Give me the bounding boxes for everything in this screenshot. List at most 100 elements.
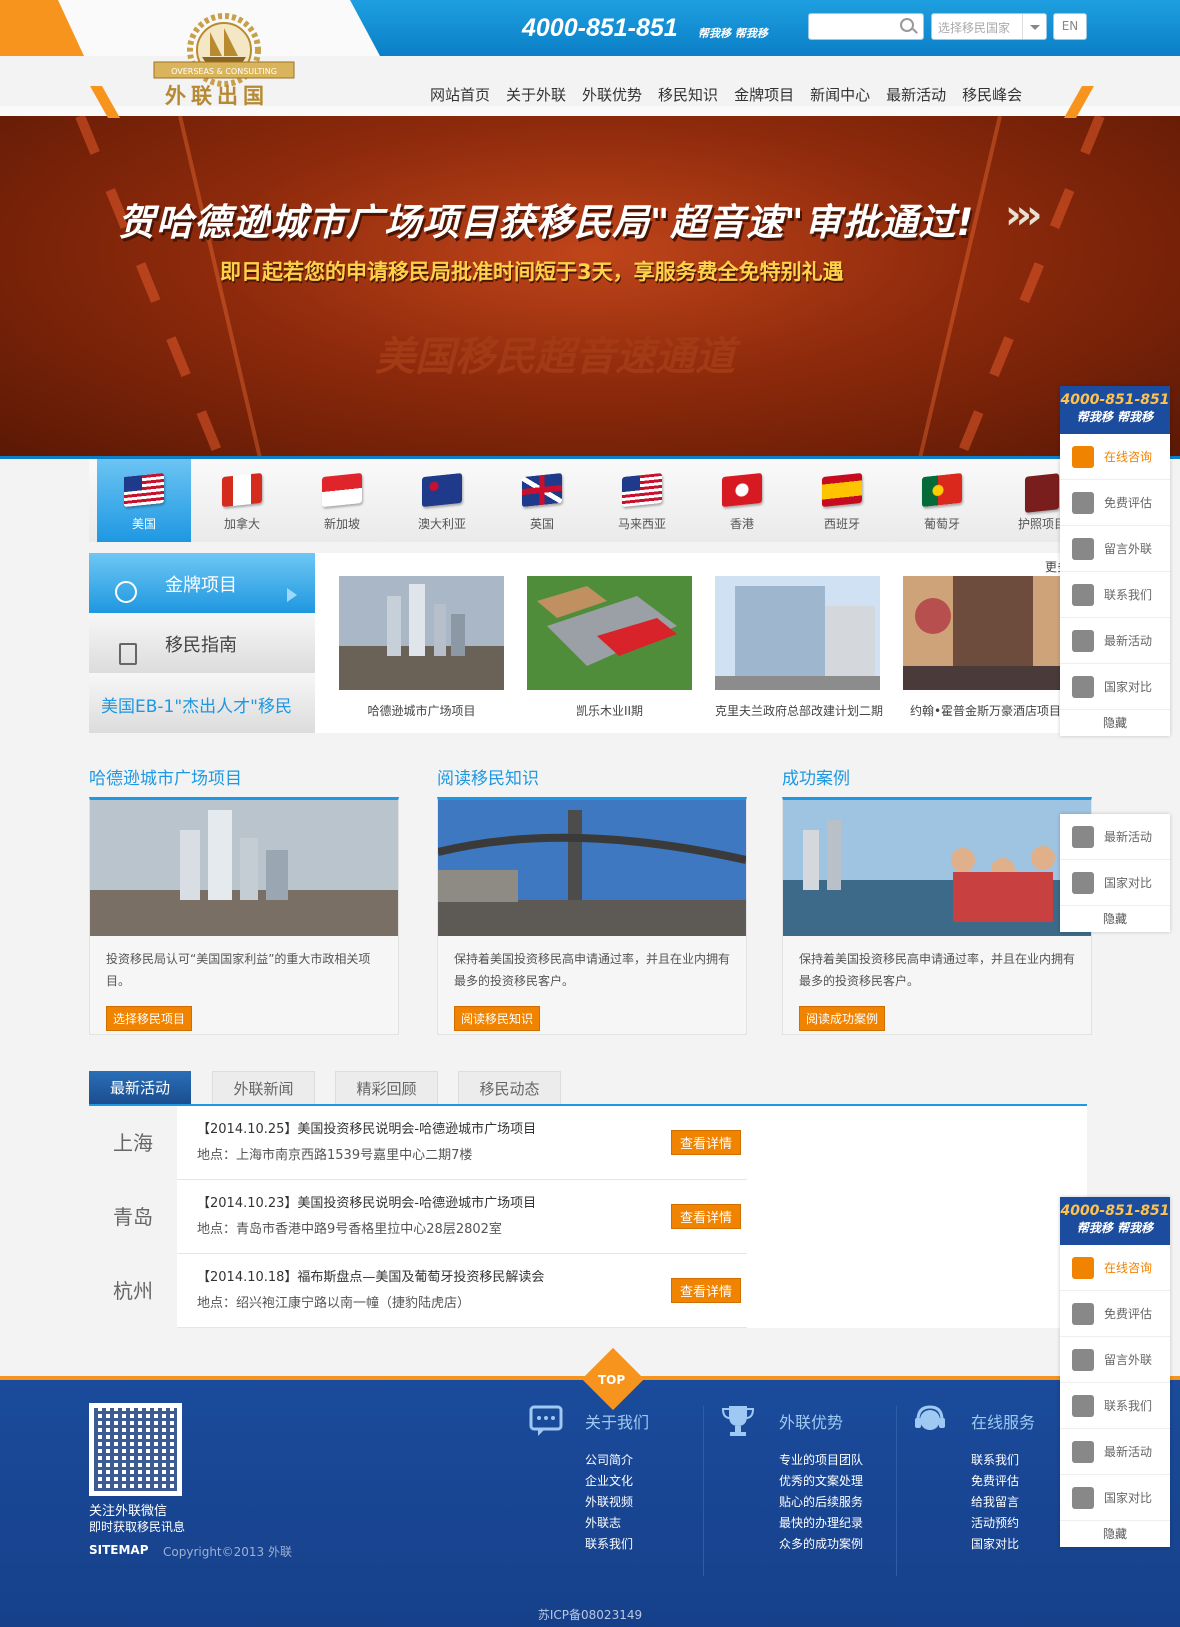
widget-latest-activities[interactable]: 最新活动: [1060, 618, 1170, 664]
view-details-button[interactable]: 查看详情: [671, 1204, 742, 1229]
nav-news[interactable]: 新闻中心: [810, 84, 870, 105]
widget-online-consult[interactable]: 在线咨询: [1060, 1245, 1170, 1291]
flag-tab-malaysia[interactable]: 马来西亚: [595, 459, 689, 542]
footer-link[interactable]: 联系我们: [971, 1451, 1019, 1468]
footer-link[interactable]: 联系我们: [585, 1535, 633, 1552]
flag-label: 澳大利亚: [417, 517, 466, 531]
back-to-top-label[interactable]: TOP: [598, 1373, 625, 1387]
document-icon: [119, 643, 137, 665]
widget-item-label: 免费评估: [1104, 1307, 1153, 1321]
widget-latest-activities[interactable]: 最新活动: [1060, 1429, 1170, 1475]
widget-leave-message[interactable]: 留言外联: [1060, 1337, 1170, 1383]
sitemap-link[interactable]: SITEMAP: [89, 1543, 149, 1557]
flag-tab-australia[interactable]: 澳大利亚: [395, 459, 489, 542]
widget-contact-us[interactable]: 联系我们: [1060, 572, 1170, 618]
city-skyline-image: [90, 800, 398, 936]
flag-tab-usa[interactable]: 美国: [97, 459, 191, 542]
tab-immigration-news[interactable]: 移民动态: [458, 1071, 561, 1105]
nav-advantages[interactable]: 外联优势: [582, 84, 642, 105]
tab-gold-label: 金牌项目: [165, 575, 237, 596]
read-knowledge-button[interactable]: 阅读移民知识: [454, 1006, 541, 1031]
widget-country-compare[interactable]: 国家对比: [1060, 860, 1170, 906]
card-description: 保持着美国投资移民高申请通过率，并且在业内拥有最多的投资移民客户。: [799, 952, 1076, 988]
hero-banner[interactable]: [0, 116, 1180, 458]
arrow-right-icon: [287, 588, 304, 602]
inbox-icon: [1072, 1348, 1094, 1371]
activity-title[interactable]: 【2014.10.23】美国投资移民说明会-哈德逊城市广场项目: [197, 1192, 536, 1211]
footer-link[interactable]: 活动预约: [971, 1514, 1019, 1531]
footer-link[interactable]: 给我留言: [971, 1493, 1019, 1510]
activity-city: 上海: [89, 1106, 177, 1180]
widget-latest-activities[interactable]: 最新活动: [1060, 814, 1170, 860]
footer-link[interactable]: 外联视频: [585, 1493, 633, 1510]
activity-title[interactable]: 【2014.10.25】美国投资移民说明会-哈德逊城市广场项目: [197, 1118, 536, 1137]
column-title[interactable]: 哈德逊城市广场项目: [89, 764, 242, 789]
widget-free-assessment[interactable]: 免费评估: [1060, 480, 1170, 526]
widget-country-compare[interactable]: 国家对比: [1060, 664, 1170, 710]
project-card[interactable]: 克里夫兰政府总部改建计划二期: [715, 576, 883, 719]
view-details-button[interactable]: 查看详情: [671, 1278, 742, 1303]
tab-immigration-guide[interactable]: 移民指南: [89, 613, 315, 673]
widget-hide-button[interactable]: 隐藏: [1060, 906, 1170, 932]
nav-about[interactable]: 关于外联: [506, 84, 566, 105]
read-cases-button[interactable]: 阅读成功案例: [799, 1006, 886, 1031]
footer-link[interactable]: 优秀的文案处理: [779, 1472, 863, 1489]
nav-knowledge[interactable]: 移民知识: [658, 84, 718, 105]
nav-summit[interactable]: 移民峰会: [962, 84, 1022, 105]
widget-item-label: 留言外联: [1104, 1353, 1153, 1367]
footer-link[interactable]: 企业文化: [585, 1472, 633, 1489]
footer-col-title: 关于我们: [585, 1413, 650, 1432]
activity-title[interactable]: 【2014.10.18】福布斯盘点—美国及葡萄牙投资移民解读会: [197, 1266, 544, 1285]
footer-link[interactable]: 众多的成功案例: [779, 1535, 863, 1552]
select-project-button[interactable]: 选择移民项目: [106, 1006, 193, 1031]
widget-online-consult[interactable]: 在线咨询: [1060, 434, 1170, 480]
project-card[interactable]: 哈德逊城市广场项目: [339, 576, 504, 719]
flag-tab-singapore[interactable]: 新加坡: [295, 459, 389, 542]
footer-link[interactable]: 贴心的后续服务: [779, 1493, 863, 1510]
view-details-button[interactable]: 查看详情: [671, 1130, 742, 1155]
feature-card-projects: 投资移民局认可“美国国家利益”的重大市政相关项目。 选择移民项目: [89, 797, 399, 1035]
project-image: [339, 576, 504, 690]
footer-link[interactable]: 免费评估: [971, 1472, 1019, 1489]
flag-label: 香港: [729, 517, 754, 531]
widget-contact-us[interactable]: 联系我们: [1060, 1383, 1170, 1429]
flag-tab-uk[interactable]: 英国: [495, 459, 589, 542]
project-card[interactable]: 约翰•霍普金斯万豪酒店项目: [903, 576, 1068, 719]
widget-hide-button[interactable]: 隐藏: [1060, 1521, 1170, 1547]
widget-item-label: 国家对比: [1104, 1491, 1153, 1505]
widget-item-label: 在线咨询: [1104, 1261, 1153, 1275]
project-card[interactable]: 凯乐木业II期: [527, 576, 692, 719]
flag-tab-hongkong[interactable]: 香港: [695, 459, 789, 542]
flag-tab-portugal[interactable]: 葡萄牙: [895, 459, 989, 542]
footer-link[interactable]: 公司简介: [585, 1451, 633, 1468]
tab-latest-activities[interactable]: 最新活动: [89, 1071, 191, 1105]
medal-icon: [115, 581, 137, 603]
checkbox-icon: [1072, 491, 1094, 514]
footer-link[interactable]: 专业的项目团队: [779, 1451, 863, 1468]
chevron-down-icon[interactable]: [1022, 14, 1046, 39]
nav-gold-projects[interactable]: 金牌项目: [734, 84, 794, 105]
flag-tab-spain[interactable]: 西班牙: [795, 459, 889, 542]
widget-free-assessment[interactable]: 免费评估: [1060, 1291, 1170, 1337]
footer-link[interactable]: 国家对比: [971, 1535, 1019, 1552]
footer-link[interactable]: 外联志: [585, 1514, 633, 1531]
widget-hide-button[interactable]: 隐藏: [1060, 710, 1170, 736]
tab-gold-projects[interactable]: 金牌项目: [89, 553, 315, 613]
column-title[interactable]: 阅读移民知识: [437, 764, 539, 789]
nav-home[interactable]: 网站首页: [430, 84, 490, 105]
tab-eb1-immigration[interactable]: 美国EB-1"杰出人才"移民: [89, 673, 315, 733]
widget-leave-message[interactable]: 留言外联: [1060, 526, 1170, 572]
footer-link[interactable]: 最快的办理纪录: [779, 1514, 863, 1531]
widget-slogan: 帮我移 帮我移: [1076, 410, 1154, 424]
search-icon[interactable]: [900, 18, 914, 32]
tab-company-news[interactable]: 外联新闻: [212, 1071, 315, 1105]
tab-eb1-label: 美国EB-1"杰出人才"移民: [101, 697, 292, 717]
widget-country-compare[interactable]: 国家对比: [1060, 1475, 1170, 1521]
flag-tab-canada[interactable]: 加拿大: [195, 459, 289, 542]
chevron-right-icon: ›››: [1005, 192, 1043, 238]
tab-highlights[interactable]: 精彩回顾: [335, 1071, 438, 1105]
column-title[interactable]: 成功案例: [782, 764, 850, 789]
nav-activities[interactable]: 最新活动: [886, 84, 946, 105]
wechat-qr-code: [89, 1403, 182, 1496]
language-button[interactable]: EN: [1053, 13, 1087, 40]
